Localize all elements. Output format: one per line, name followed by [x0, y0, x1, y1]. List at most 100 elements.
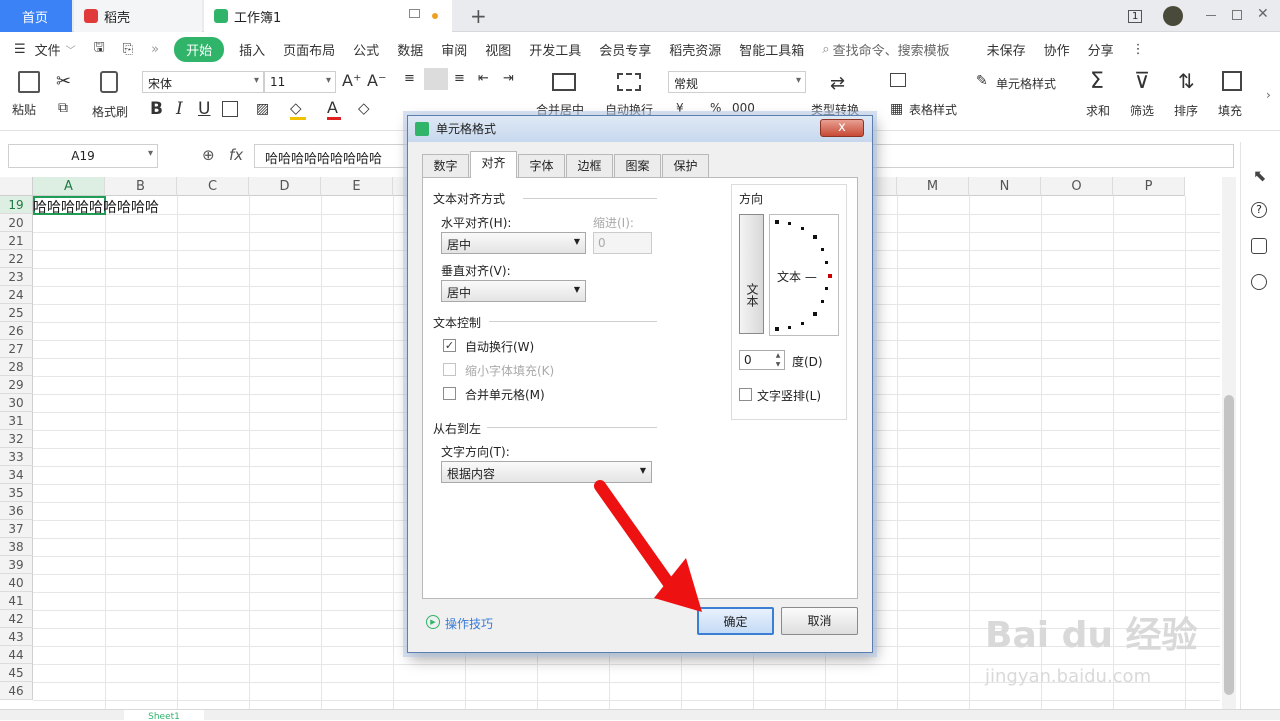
menu-daoke-res[interactable]: 稻壳资源: [669, 40, 721, 59]
cursor-select-icon[interactable]: ⬉: [1253, 166, 1266, 185]
save-icon[interactable]: 🖫: [94, 38, 105, 60]
row-header[interactable]: 33: [0, 448, 33, 466]
dialog-tab[interactable]: 字体: [518, 154, 565, 177]
row-header[interactable]: 44: [0, 646, 33, 664]
search-command[interactable]: 查找命令、搜索模板: [833, 40, 950, 59]
dialog-tab[interactable]: 数字: [422, 154, 469, 177]
shrink-fit-checkbox[interactable]: [443, 363, 456, 376]
wrap-icon[interactable]: [617, 73, 641, 91]
v-align-select[interactable]: 居中: [441, 280, 586, 302]
row-header[interactable]: 43: [0, 628, 33, 646]
table-style-icon[interactable]: ▦: [890, 101, 903, 117]
menu-insert[interactable]: 插入: [239, 40, 265, 59]
row-header[interactable]: 31: [0, 412, 33, 430]
menu-member[interactable]: 会员专享: [599, 40, 651, 59]
row-header[interactable]: 45: [0, 664, 33, 682]
row-header[interactable]: 24: [0, 286, 33, 304]
scissors-icon[interactable]: ✂: [56, 71, 71, 92]
row-header[interactable]: 35: [0, 484, 33, 502]
format-painter-icon[interactable]: [100, 71, 118, 93]
ribbon-expand-icon[interactable]: ›: [1266, 88, 1271, 102]
align-middle-icon[interactable]: [424, 68, 448, 90]
menu-share[interactable]: 分享: [1088, 40, 1114, 59]
export-icon[interactable]: ⎘: [123, 42, 133, 57]
paste-button[interactable]: 粘贴: [12, 101, 36, 118]
row-header[interactable]: 38: [0, 538, 33, 556]
tab-home[interactable]: 首页: [0, 0, 72, 32]
menu-file[interactable]: 文件: [35, 40, 61, 59]
column-header[interactable]: A: [33, 177, 105, 196]
zoom-icon[interactable]: ⊕: [202, 146, 215, 164]
column-header[interactable]: M: [897, 177, 969, 196]
tab-workbook[interactable]: 工作簿1: [204, 0, 452, 32]
tab-daoke[interactable]: 稻壳: [74, 0, 202, 32]
column-header[interactable]: D: [249, 177, 321, 196]
dialog-close-button[interactable]: x: [820, 119, 864, 137]
row-header[interactable]: 29: [0, 376, 33, 394]
vertical-text-button[interactable]: 文本: [739, 214, 764, 334]
clear-icon[interactable]: ◇: [358, 99, 370, 117]
menu-review[interactable]: 审阅: [441, 40, 467, 59]
font-family-select[interactable]: 宋体: [142, 71, 264, 93]
menu-formula[interactable]: 公式: [353, 40, 379, 59]
font-decrease-icon[interactable]: A⁻: [367, 71, 386, 90]
menu-unsaved[interactable]: 未保存: [987, 40, 1026, 59]
percent-button[interactable]: %: [710, 101, 721, 115]
row-header[interactable]: 39: [0, 556, 33, 574]
degree-stepper-icon[interactable]: ▲ ▼: [772, 351, 784, 369]
menu-dev[interactable]: 开发工具: [529, 40, 581, 59]
table-grid-icon[interactable]: [890, 73, 906, 87]
dialog-tab[interactable]: 边框: [566, 154, 613, 177]
sum-button[interactable]: 求和: [1086, 102, 1110, 119]
thousands-button[interactable]: 000: [732, 101, 755, 115]
h-align-select[interactable]: 居中: [441, 232, 586, 254]
row-header[interactable]: 28: [0, 358, 33, 376]
font-size-select[interactable]: 11: [264, 71, 336, 93]
window-count-badge[interactable]: 1: [1118, 0, 1152, 32]
help-icon[interactable]: ?: [1251, 202, 1267, 218]
row-header[interactable]: 34: [0, 466, 33, 484]
row-header[interactable]: 32: [0, 430, 33, 448]
hamburger-icon[interactable]: ☰: [14, 42, 26, 57]
chevron-down-icon[interactable]: ﹀: [66, 42, 76, 57]
bold-icon[interactable]: B: [150, 99, 163, 119]
sheet-tab-sheet1[interactable]: Sheet1: [124, 710, 204, 721]
restore-icon[interactable]: [1232, 10, 1242, 20]
format-painter-button[interactable]: 格式刷: [92, 103, 128, 120]
filter-button[interactable]: 筛选: [1130, 102, 1154, 119]
fill-color-icon[interactable]: ◇: [290, 99, 306, 120]
row-header[interactable]: 46: [0, 682, 33, 700]
column-header[interactable]: C: [177, 177, 249, 196]
dialog-tab[interactable]: 保护: [662, 154, 709, 177]
convert-icon[interactable]: ⇄: [830, 73, 845, 94]
dialog-tab[interactable]: 对齐: [470, 151, 517, 178]
sum-icon[interactable]: Σ: [1090, 69, 1104, 94]
cancel-button[interactable]: 取消: [781, 607, 858, 635]
indent-input[interactable]: 0: [593, 232, 652, 254]
dialog-tab[interactable]: 图案: [614, 154, 661, 177]
column-header[interactable]: E: [321, 177, 393, 196]
vertical-arrange-checkbox[interactable]: [739, 388, 752, 401]
column-header[interactable]: N: [969, 177, 1041, 196]
row-header[interactable]: 23: [0, 268, 33, 286]
row-header[interactable]: 20: [0, 214, 33, 232]
row-header[interactable]: 36: [0, 502, 33, 520]
tablet-icon[interactable]: [409, 9, 420, 18]
menu-smart[interactable]: 智能工具箱: [739, 40, 804, 59]
align-top-icon[interactable]: ≡: [404, 71, 415, 86]
minimize-icon[interactable]: [1206, 15, 1216, 16]
copy-icon[interactable]: ⧉: [58, 100, 68, 116]
fill-icon[interactable]: [1222, 71, 1242, 91]
more-icon[interactable]: »: [151, 42, 159, 57]
border-icon[interactable]: [222, 101, 238, 117]
new-tab-button[interactable]: +: [460, 0, 497, 32]
underline-icon[interactable]: U: [198, 99, 210, 119]
sort-icon[interactable]: ⇅: [1178, 69, 1195, 93]
row-header[interactable]: 40: [0, 574, 33, 592]
paste-icon[interactable]: [18, 71, 40, 93]
currency-button[interactable]: ¥: [676, 101, 684, 115]
italic-icon[interactable]: I: [176, 99, 183, 119]
indent-increase-icon[interactable]: ⇥: [503, 71, 514, 86]
analytics-icon[interactable]: [1251, 238, 1267, 254]
scroll-thumb[interactable]: [1224, 395, 1234, 695]
